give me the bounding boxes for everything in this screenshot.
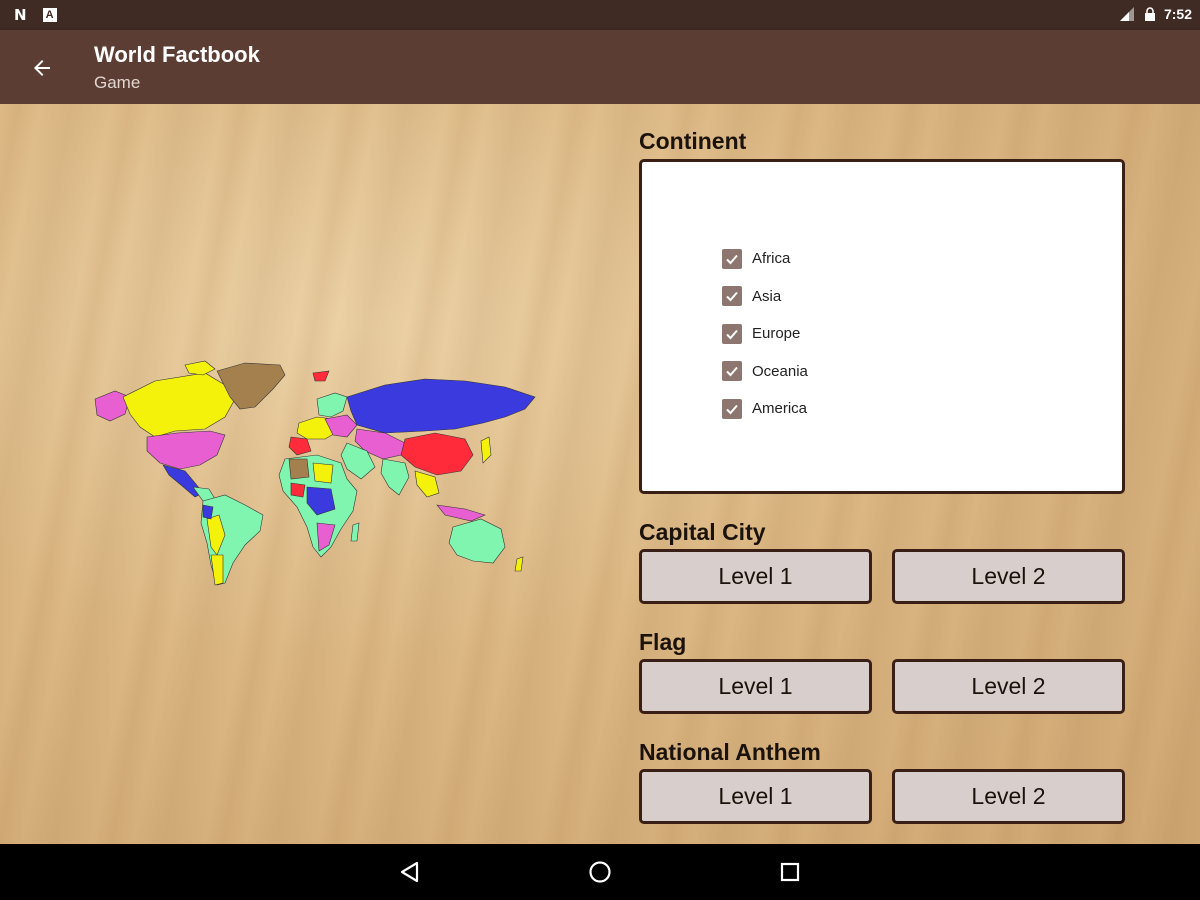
checkbox-checked-icon[interactable] — [722, 323, 742, 344]
continent-option-label: Asia — [752, 287, 782, 305]
capital-city-label: Capital City — [639, 519, 766, 545]
national-anthem-level-1-button[interactable]: Level 1 — [639, 769, 872, 824]
continent-option-asia[interactable]: Asia — [722, 278, 808, 316]
national-anthem-label: National Anthem — [639, 739, 821, 765]
checkbox-checked-icon[interactable] — [722, 248, 742, 269]
continent-option-label: Europe — [752, 325, 801, 343]
status-bar: N A 7:52 — [0, 0, 1200, 30]
continent-option-label: Oceania — [752, 362, 808, 380]
home-circle-icon[interactable] — [586, 858, 614, 886]
arrow-left-icon — [34, 60, 50, 76]
status-time: 7:52 — [1163, 6, 1192, 22]
back-button[interactable] — [24, 50, 60, 86]
continent-option-africa[interactable]: Africa — [722, 240, 808, 278]
checkbox-checked-icon[interactable] — [722, 286, 742, 307]
flag-label: Flag — [639, 629, 687, 655]
flag-level-1-button[interactable]: Level 1 — [639, 659, 872, 714]
recents-square-icon[interactable] — [776, 858, 804, 886]
continent-option-america[interactable]: America — [722, 390, 808, 428]
navigation-bar — [0, 844, 1200, 900]
continent-option-label: Africa — [752, 250, 791, 268]
back-triangle-icon[interactable] — [396, 858, 424, 886]
national-anthem-level-2-button[interactable]: Level 2 — [892, 769, 1125, 824]
continent-label: Continent — [639, 128, 747, 154]
flag-level-2-button[interactable]: Level 2 — [892, 659, 1125, 714]
notification-a-icon: A — [42, 8, 57, 22]
game-content: Continent Africa Asia Europe Oceania Ame… — [0, 104, 1200, 844]
signal-icon — [1119, 7, 1134, 21]
capital-city-level-1-button[interactable]: Level 1 — [639, 549, 872, 604]
checkbox-checked-icon[interactable] — [722, 398, 742, 419]
continent-option-oceania[interactable]: Oceania — [722, 353, 808, 391]
world-map-image — [94, 360, 536, 586]
app-title: World Factbook — [94, 42, 260, 67]
lock-icon — [1144, 7, 1155, 21]
notification-n-icon: N — [14, 6, 27, 24]
app-bar: World Factbook Game — [0, 30, 1200, 104]
capital-city-level-2-button[interactable]: Level 2 — [892, 549, 1125, 604]
app-subtitle: Game — [94, 73, 141, 92]
continent-filter-panel: Africa Asia Europe Oceania America — [639, 159, 1125, 494]
checkbox-checked-icon[interactable] — [722, 361, 742, 382]
continent-option-europe[interactable]: Europe — [722, 315, 808, 353]
continent-option-label: America — [752, 400, 808, 418]
